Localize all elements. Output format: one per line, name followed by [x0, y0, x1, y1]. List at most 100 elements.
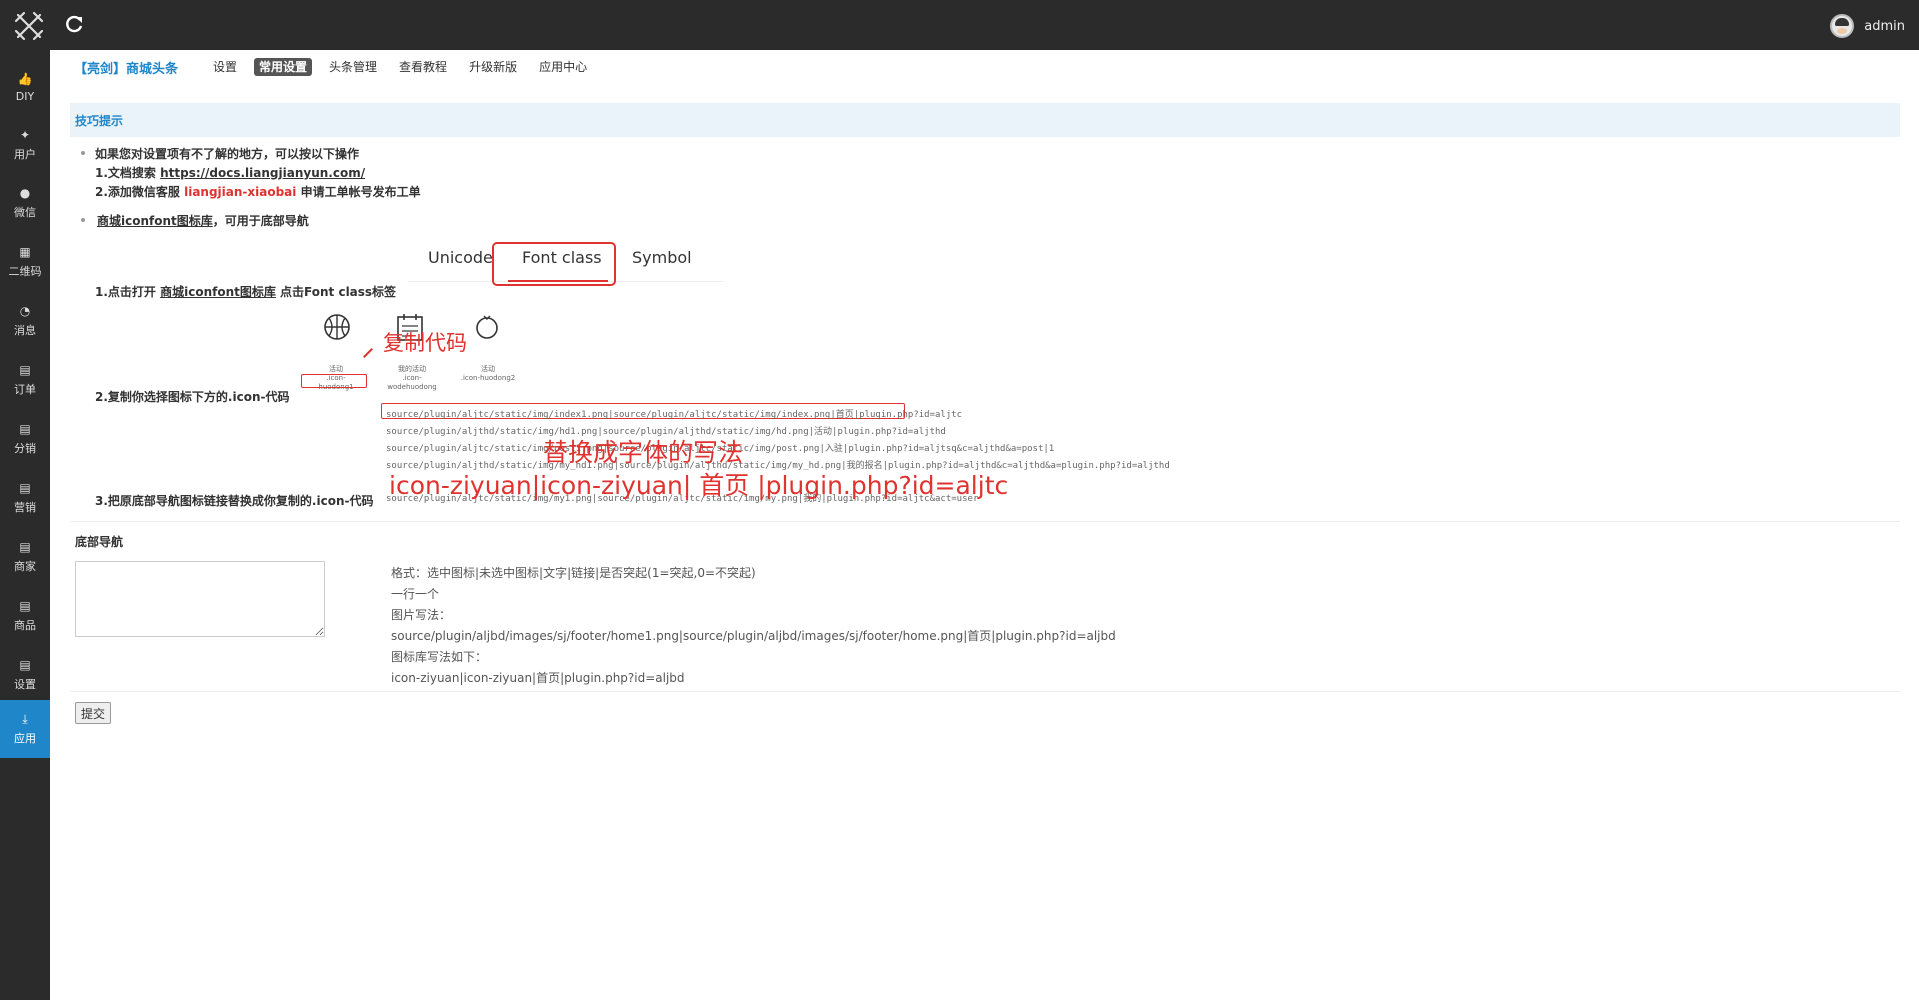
code-line: source/plugin/aljtc/static/img/index1.pn… [386, 410, 963, 420]
tip-title: 技巧提示 [75, 114, 124, 128]
message-icon: ◔ [19, 304, 31, 318]
tip-line-1: 如果您对设置项有不了解的地方，可以按以下操作 [95, 147, 360, 161]
document-icon: ▤ [19, 658, 31, 672]
wechat-icon: ● [19, 186, 31, 200]
icon-caption-3: 活动 .icon-huodong2 [460, 365, 516, 383]
highlight-box [301, 374, 367, 388]
sidebar-item-merchants[interactable]: ▤ 商家 [0, 528, 50, 586]
balloon-icon [476, 315, 498, 339]
sidebar-item-messages[interactable]: ◔ 消息 [0, 292, 50, 350]
sidebar-item-diy[interactable]: 👍 DIY [0, 58, 50, 116]
sidebar-item-distribution[interactable]: ▤ 分销 [0, 410, 50, 468]
format-line: 一行一个 [391, 587, 440, 601]
sidebar-item-apps[interactable]: ⤓ 应用 [0, 700, 50, 758]
document-icon: ▤ [19, 599, 31, 613]
icon-code: .icon-huodong2 [460, 374, 516, 382]
refresh-icon[interactable] [64, 14, 84, 34]
tip-line-2: 1.文档搜索 https://docs.liangjianyun.com/ [95, 164, 365, 181]
qrcode-icon: ▦ [19, 245, 31, 259]
sidebar-item-label: 分销 [14, 442, 36, 455]
iconfont-library-link[interactable]: 商城iconfont图标库 [97, 214, 213, 228]
annotation-arrow [363, 348, 373, 358]
tip-line-4-suffix: ，可用于底部导航 [212, 214, 309, 228]
icon-code: .icon-wodehuodong [387, 374, 437, 391]
tab-unicode: Unicode [428, 248, 493, 267]
bullet-icon [81, 151, 85, 155]
tab-app-center[interactable]: 应用中心 [534, 58, 592, 76]
tip-line-3-suffix: 申请工单帐号发布工单 [296, 185, 421, 199]
footer-nav-textarea[interactable] [75, 561, 325, 637]
sidebar-item-products[interactable]: ▤ 商品 [0, 587, 50, 645]
step-2: 2.复制你选择图标下方的.icon-代码 [95, 390, 290, 404]
document-icon: ▤ [19, 540, 31, 554]
divider [70, 691, 1900, 692]
icon-name: 活动 [329, 365, 343, 373]
document-icon: ▤ [19, 363, 31, 377]
sidebar-item-label: 商家 [14, 560, 36, 573]
sidebar-item-orders[interactable]: ▤ 订单 [0, 351, 50, 409]
sidebar-item-wechat[interactable]: ● 微信 [0, 174, 50, 232]
sidebar-item-marketing[interactable]: ▤ 营销 [0, 469, 50, 527]
format-line: 格式：选中图标|未选中图标|文字|链接|是否突起(1=突起,0=不突起) [391, 566, 756, 580]
sidebar-item-label: 商品 [14, 619, 36, 632]
sidebar-item-label: 微信 [14, 206, 36, 219]
avatar [1830, 14, 1855, 38]
tab-upgrade[interactable]: 升级新版 [464, 58, 522, 76]
sidebar-item-label: 消息 [14, 324, 36, 337]
step-1: 1.点击打开 商城iconfont图标库 点击Font class标签 [95, 283, 396, 300]
sidebar-item-label: 营销 [14, 501, 36, 514]
tip-line-3-prefix: 2.添加微信客服 [95, 185, 185, 199]
tab-common-settings[interactable]: 常用设置 [254, 58, 313, 76]
copy-code-annotation: 复制代码 [383, 331, 467, 355]
basketball-icon [324, 314, 350, 340]
replace-example: icon-ziyuan|icon-ziyuan| 首页 |plugin.php?… [389, 471, 1009, 500]
user-menu[interactable]: admin [1830, 13, 1905, 39]
divider [70, 521, 1900, 522]
page-title: 【亮剑】商城头条 [74, 62, 179, 77]
document-icon: ▤ [19, 422, 31, 436]
sidebar-item-label: 应用 [14, 732, 36, 745]
sidebar-item-settings[interactable]: ▤ 设置 [0, 646, 50, 704]
tab-symbol: Symbol [632, 248, 692, 267]
icon-name: 活动 [481, 365, 495, 373]
format-line: 图片写法： [391, 608, 452, 622]
tip-line-4: 商城iconfont图标库，可用于底部导航 [97, 212, 309, 229]
format-line: source/plugin/aljbd/images/sj/footer/hom… [391, 629, 1116, 643]
format-help: 格式：选中图标|未选中图标|文字|链接|是否突起(1=突起,0=不突起) 一行一… [391, 563, 1116, 689]
docs-link[interactable]: https://docs.liangjianyun.com/ [160, 166, 365, 180]
tip-line-2-prefix: 1.文档搜索 [95, 166, 161, 180]
tab-settings[interactable]: 设置 [208, 58, 242, 76]
format-line: icon-ziyuan|icon-ziyuan|首页|plugin.php?id… [391, 671, 685, 685]
sidebar-item-users[interactable]: ✦ 用户 [0, 116, 50, 174]
wechat-service-id: liangjian-xiaobai [184, 185, 297, 199]
crossed-swords-logo-icon[interactable] [14, 11, 44, 41]
download-icon: ⤓ [22, 712, 28, 726]
submit-button[interactable]: 提交 [75, 702, 111, 724]
step-1-suffix: 点击Font class标签 [275, 285, 397, 299]
icon-name: 我的活动 [398, 365, 426, 373]
sidebar: 👍 DIY ✦ 用户 ● 微信 ▦ 二维码 ◔ 消息 ▤ 订单 ▤ 分销 ▤ 营… [0, 50, 50, 1000]
sidebar-item-qrcode[interactable]: ▦ 二维码 [0, 233, 50, 291]
step-1-prefix: 1.点击打开 [95, 285, 161, 299]
tab-headline-management[interactable]: 头条管理 [324, 58, 382, 76]
format-line: 图标库写法如下： [391, 650, 488, 664]
sidebar-item-label: 订单 [14, 383, 36, 396]
highlight-box [492, 242, 616, 286]
sidebar-item-label: 设置 [14, 678, 36, 691]
footer-nav-label: 底部导航 [75, 535, 124, 549]
sidebar-item-label: 二维码 [8, 265, 42, 278]
replace-annotation: 替换成字体的写法 [543, 438, 744, 467]
icon-caption-2: 我的活动 .icon-wodehuodong [385, 365, 439, 392]
step-3: 3.把原底部导航图标链接替换成你复制的.icon-代码 [95, 494, 374, 508]
tip-line-3: 2.添加微信客服 liangjian-xiaobai 申请工单帐号发布工单 [95, 183, 421, 200]
iconfont-library-link-2[interactable]: 商城iconfont图标库 [160, 285, 276, 299]
tab-tutorial[interactable]: 查看教程 [394, 58, 452, 76]
sidebar-item-label: DIY [15, 89, 35, 103]
top-bar: admin [0, 0, 1919, 50]
thumbs-up-icon: 👍 [17, 71, 33, 86]
username: admin [1864, 18, 1905, 34]
header-nav: 设置 常用设置 头条管理 查看教程 升级新版 应用中心 [208, 58, 592, 76]
document-icon: ▤ [19, 481, 31, 495]
tip-bar [70, 103, 1900, 137]
twitter-icon: ✦ [19, 128, 31, 142]
